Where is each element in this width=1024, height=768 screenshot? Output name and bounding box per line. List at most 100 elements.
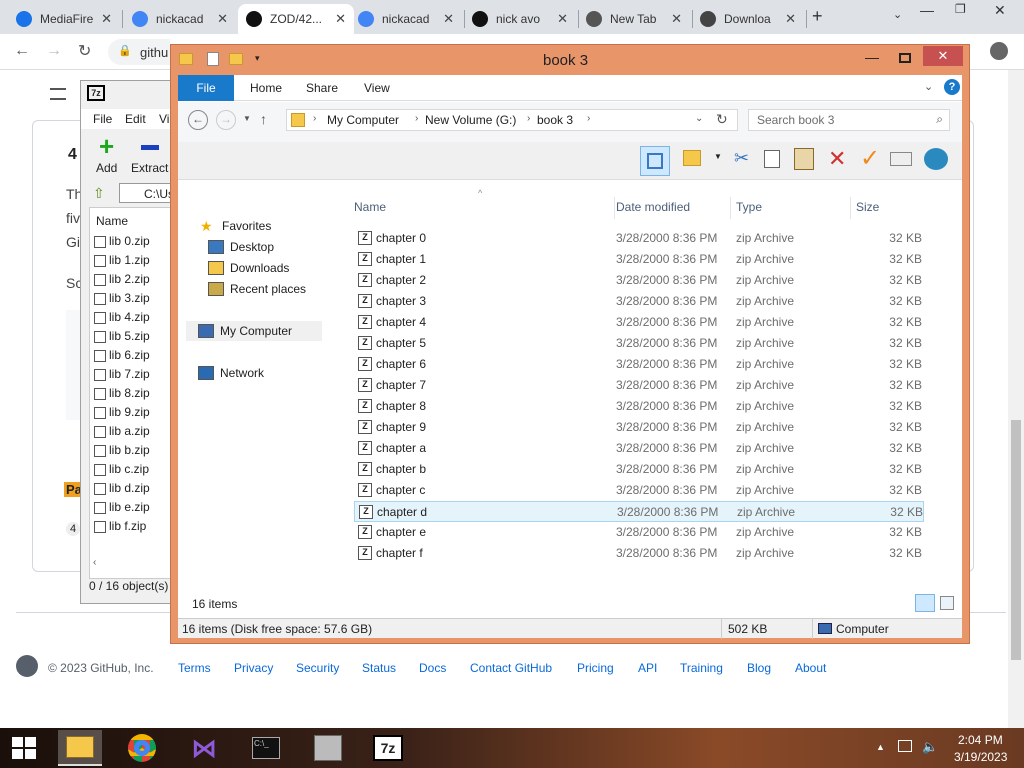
reload-icon[interactable]: ↻ [78,41,91,61]
close-tab-icon[interactable]: ✕ [217,11,228,27]
browser-tab[interactable]: MediaFire ✕ [8,4,120,34]
search-box[interactable]: Search book 3 ⌕ [748,109,950,131]
cut-icon[interactable]: ✂ [734,148,749,169]
nav-item-desktop[interactable]: Desktop [208,237,274,257]
column-divider[interactable] [730,197,731,219]
maximize-button[interactable] [899,53,911,63]
close-tab-icon[interactable]: ✕ [101,11,112,27]
column-size[interactable]: Size [856,200,879,214]
column-divider[interactable] [614,197,615,219]
shell-icon[interactable] [924,148,948,170]
column-name-header[interactable]: Name [96,214,128,228]
up-folder-icon[interactable]: ⇧ [93,185,105,202]
tab-file[interactable]: File [178,75,234,101]
column-type[interactable]: Type [736,200,762,214]
tab-view[interactable]: View [354,75,400,101]
start-button[interactable] [2,730,46,766]
nav-item-recent[interactable]: Recent places [208,279,306,299]
breadcrumb-book3[interactable]: book 3 [537,113,573,127]
folder-options-icon[interactable] [683,150,701,166]
large-icons-view-icon[interactable] [940,596,954,610]
footer-link-blog[interactable]: Blog [747,661,771,675]
taskbar-cmd[interactable]: C:\_ [244,730,288,766]
delete-icon[interactable]: ✕ [828,146,846,172]
sevenzip-file-row[interactable]: lib f.zip [94,519,146,533]
sevenzip-file-row[interactable]: lib e.zip [94,500,150,514]
paste-icon[interactable] [794,148,814,170]
address-bar[interactable]: › My Computer › New Volume (G:) › book 3… [286,109,738,131]
tab-search-icon[interactable]: ⌄ [893,8,902,21]
footer-link-status[interactable]: Status [362,661,396,675]
sevenzip-file-row[interactable]: lib 9.zip [94,405,150,419]
file-row[interactable]: Zchapter 4 3/28/2000 8:36 PM zip Archive 32… [354,312,924,333]
breadcrumb-volume[interactable]: New Volume (G:) [425,113,516,127]
tab-share[interactable]: Share [296,75,348,101]
file-row[interactable]: Zchapter d 3/28/2000 8:36 PM zip Archive 32… [354,501,924,522]
sevenzip-file-row[interactable]: lib c.zip [94,462,149,476]
browser-tab[interactable]: New Tab ✕ [578,4,690,34]
taskbar-explorer[interactable] [58,730,102,766]
recent-dropdown-icon[interactable]: ▼ [243,114,251,123]
hamburger-icon[interactable] [50,88,66,100]
menu-view[interactable]: Vi [159,112,169,126]
close-tab-icon[interactable]: ✕ [443,11,454,27]
file-row[interactable]: Zchapter b 3/28/2000 8:36 PM zip Archive 32… [354,459,924,480]
breadcrumb-my-computer[interactable]: My Computer [327,113,399,127]
file-row[interactable]: Zchapter 8 3/28/2000 8:36 PM zip Archive 32… [354,396,924,417]
browser-tab[interactable]: ZOD/42... ✕ [238,4,354,34]
sevenzip-file-row[interactable]: lib 1.zip [94,253,150,267]
help-icon[interactable]: ? [944,79,960,95]
rename-icon[interactable] [890,152,912,166]
network-tray-icon[interactable] [898,740,912,752]
clock-date[interactable]: 3/19/2023 [954,750,1007,764]
copy-icon[interactable] [764,150,780,168]
browser-tab[interactable]: Downloa ✕ [692,4,804,34]
file-row[interactable]: Zchapter 2 3/28/2000 8:36 PM zip Archive 32… [354,270,924,291]
tray-arrow-icon[interactable]: ▲ [876,742,885,752]
qat-dropdown-icon[interactable]: ▾ [255,53,260,64]
file-row[interactable]: Zchapter 6 3/28/2000 8:36 PM zip Archive 32… [354,354,924,375]
sevenzip-file-row[interactable]: lib a.zip [94,424,150,438]
extract-button[interactable]: Extract [131,135,175,175]
column-divider[interactable] [850,197,851,219]
sevenzip-file-row[interactable]: lib 4.zip [94,310,150,324]
forward-button[interactable]: → [216,110,236,130]
close-tab-icon[interactable]: ✕ [557,11,568,27]
footer-link-privacy[interactable]: Privacy [234,661,273,675]
new-folder-icon[interactable] [229,53,243,65]
page-scroll-thumb[interactable] [1011,420,1021,660]
file-row[interactable]: Zchapter 5 3/28/2000 8:36 PM zip Archive 32… [354,333,924,354]
footer-link-pricing[interactable]: Pricing [577,661,614,675]
sevenzip-file-row[interactable]: lib 3.zip [94,291,150,305]
new-tab-button[interactable]: + [812,6,832,26]
sevenzip-file-row[interactable]: lib b.zip [94,443,150,457]
file-row[interactable]: Zchapter f 3/28/2000 8:36 PM zip Archive 32… [354,543,924,564]
sevenzip-file-row[interactable]: lib 2.zip [94,272,150,286]
add-button[interactable]: + Add [95,131,129,175]
address-dropdown-icon[interactable]: ⌄ [695,113,703,124]
checkmark-icon[interactable]: ✓ [860,144,880,173]
column-name[interactable]: Name [354,200,386,214]
file-row[interactable]: Zchapter 9 3/28/2000 8:36 PM zip Archive 32… [354,417,924,438]
expand-ribbon-icon[interactable]: ⌄ [924,80,933,93]
footer-link-about[interactable]: About [795,661,826,675]
sevenzip-file-row[interactable]: lib 7.zip [94,367,150,381]
footer-link-security[interactable]: Security [296,661,339,675]
address-bar[interactable]: 🔒 githu [108,39,170,65]
back-button[interactable]: ← [188,110,208,130]
file-row[interactable]: Zchapter e 3/28/2000 8:36 PM zip Archive 32… [354,522,924,543]
file-row[interactable]: Zchapter 1 3/28/2000 8:36 PM zip Archive 32… [354,249,924,270]
footer-link-training[interactable]: Training [680,661,723,675]
scroll-left-icon[interactable]: ‹ [93,557,96,568]
volume-tray-icon[interactable]: 🔈 [922,739,938,755]
properties-icon[interactable] [207,52,219,66]
sevenzip-file-row[interactable]: lib 5.zip [94,329,150,343]
close-tab-icon[interactable]: ✕ [335,11,346,27]
profile-avatar[interactable] [990,42,1008,60]
menu-edit[interactable]: Edit [125,112,146,126]
refresh-icon[interactable]: ↻ [716,111,728,128]
sevenzip-file-row[interactable]: lib 8.zip [94,386,150,400]
browser-tab[interactable]: nickacad ✕ [350,4,462,34]
details-view-icon[interactable] [915,594,935,612]
nav-item-network[interactable]: Network [198,363,264,383]
